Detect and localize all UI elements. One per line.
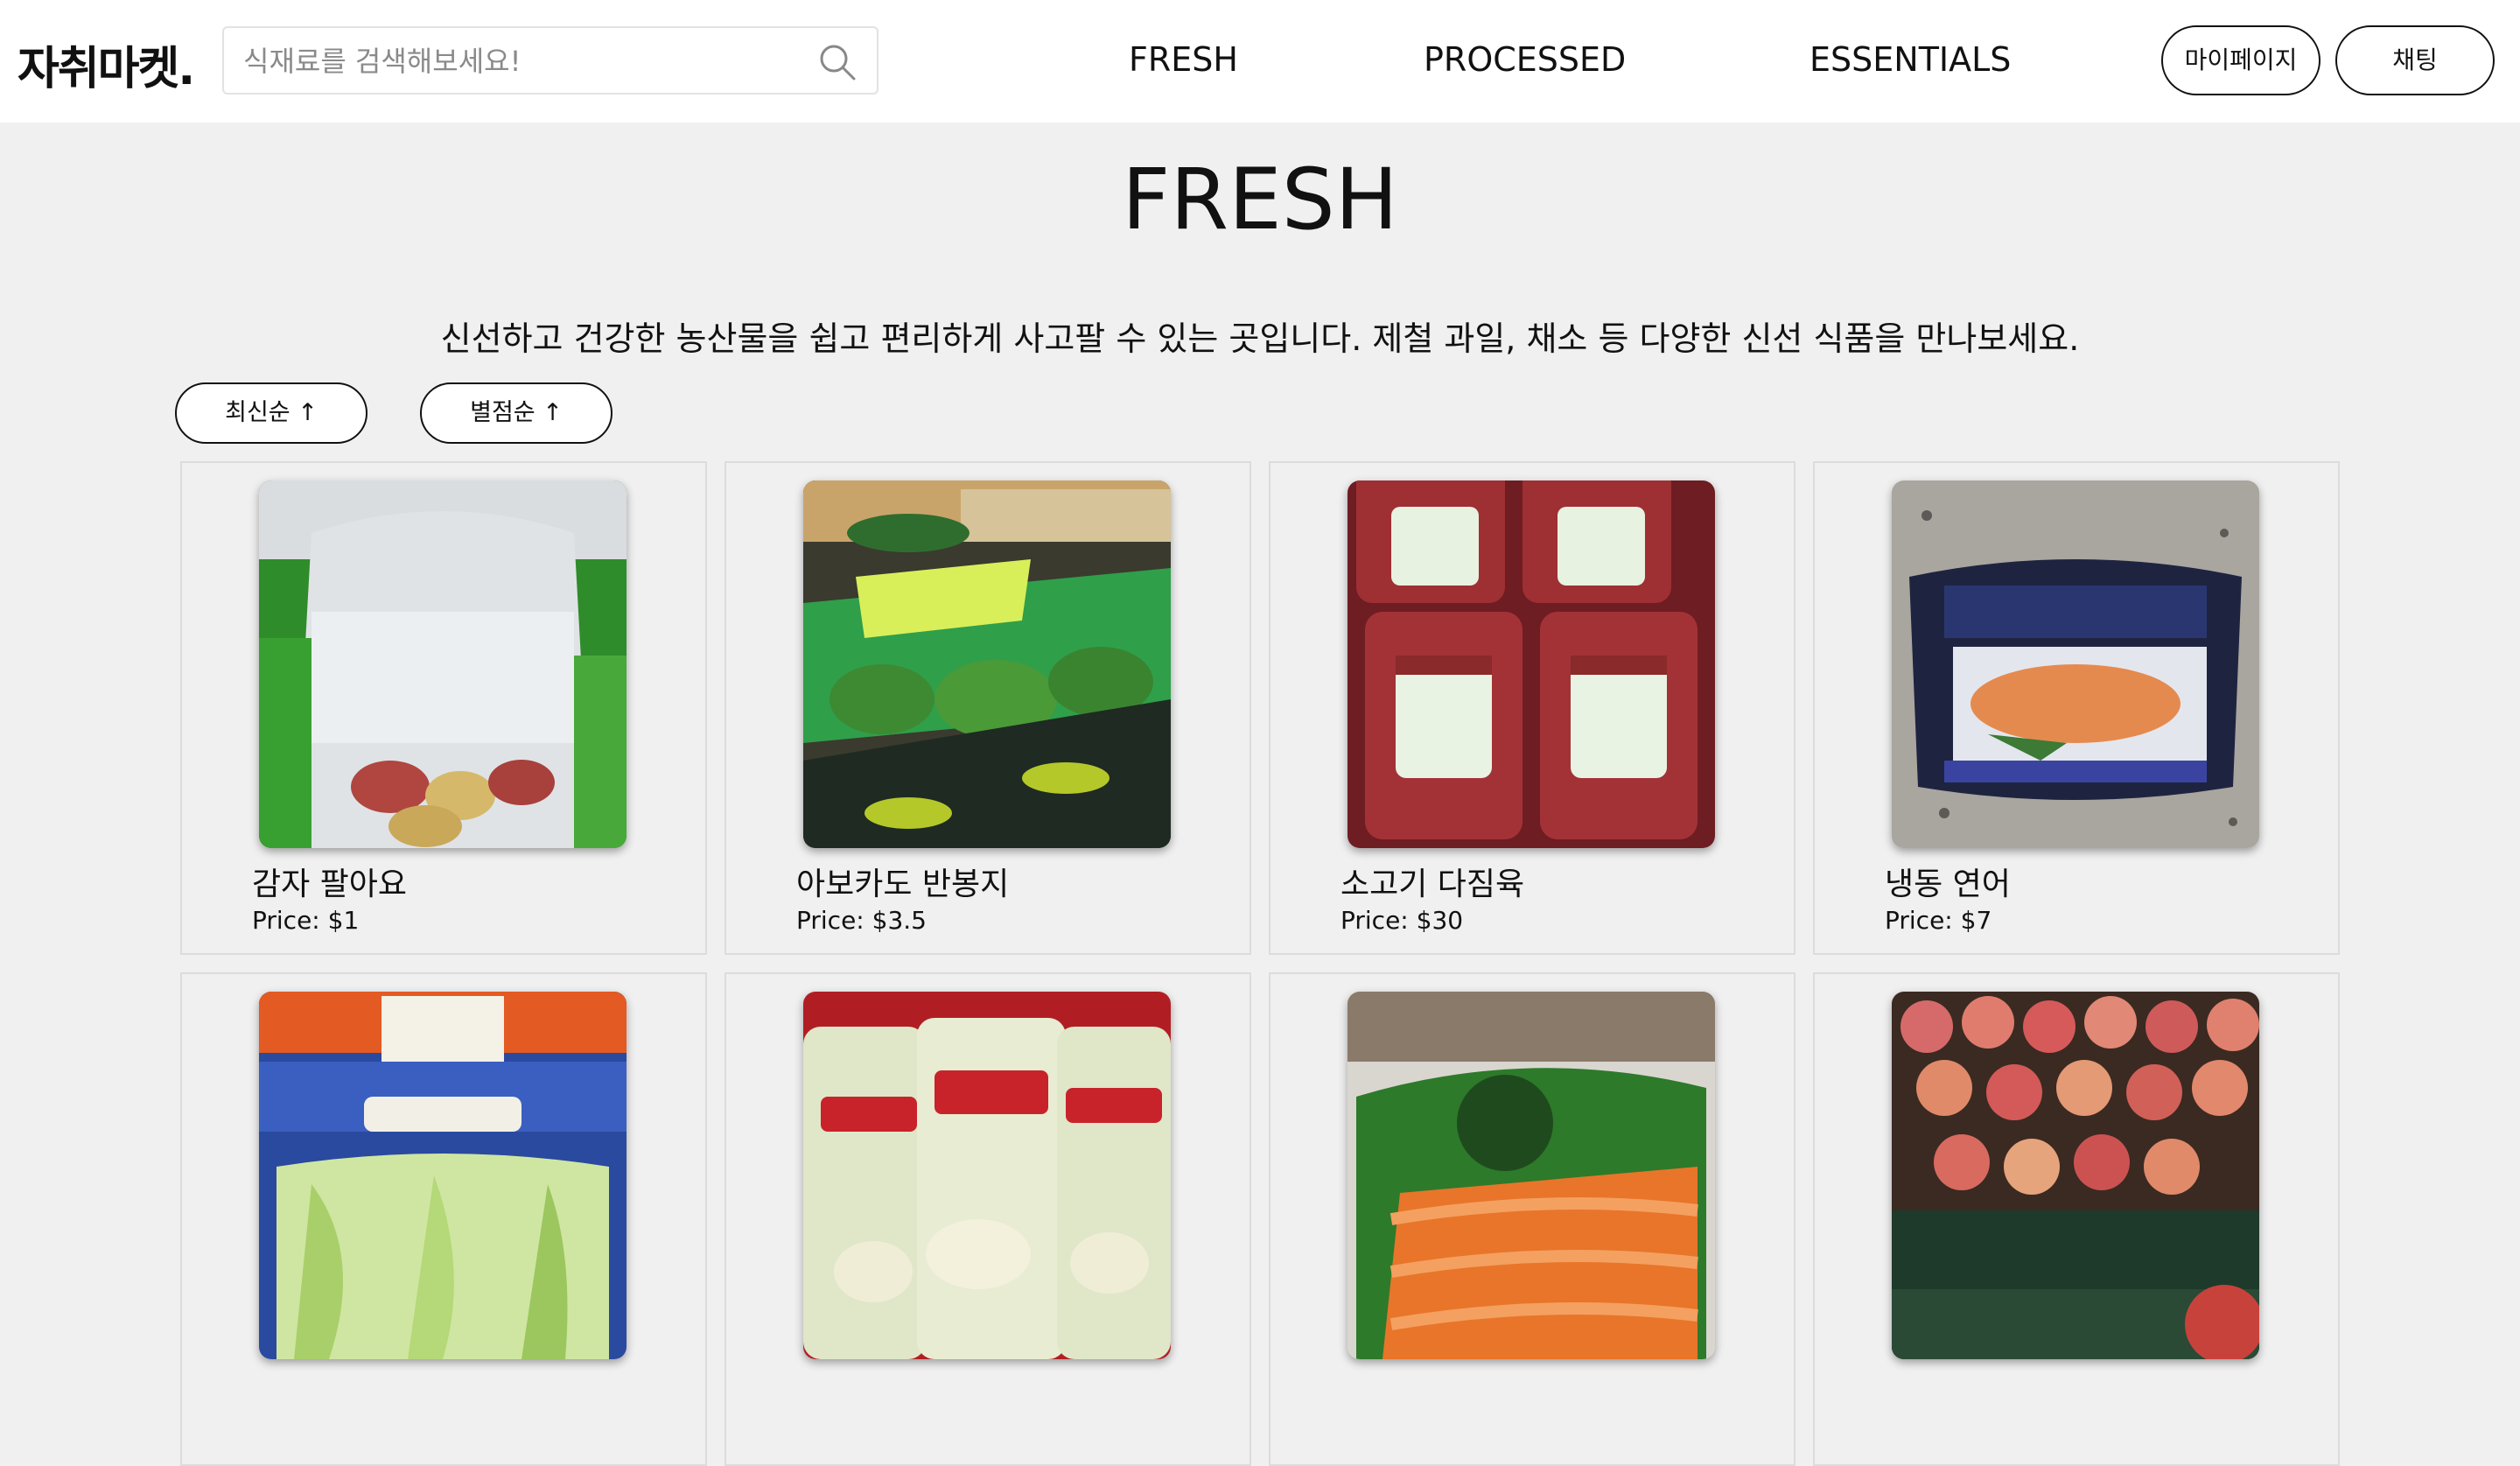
product-image[interactable] <box>1892 480 2259 848</box>
product-price: Price: $7 <box>1885 906 1992 935</box>
product-title[interactable]: 감자 팔아요 <box>252 859 407 904</box>
mypage-button[interactable]: 마이페이지 <box>2161 25 2320 95</box>
nav-essentials[interactable]: ESSENTIALS <box>1810 40 2011 79</box>
nav-processed[interactable]: PROCESSED <box>1424 40 1626 79</box>
avocado-bag-image <box>803 480 1171 848</box>
romaine-lettuce-image <box>259 992 626 1359</box>
sort-latest-button[interactable]: 최신순 ↑ <box>175 382 368 444</box>
search-input[interactable] <box>242 40 805 82</box>
carrot-bag-image <box>1348 992 1715 1359</box>
product-card[interactable]: 냉동 연어 Price: $7 <box>1813 461 2340 955</box>
product-image[interactable] <box>1892 992 2259 1359</box>
product-image[interactable] <box>259 480 626 848</box>
product-card[interactable] <box>1813 972 2340 1466</box>
product-price: Price: $3.5 <box>796 906 927 935</box>
chat-button[interactable]: 채팅 <box>2335 25 2495 95</box>
product-image[interactable] <box>803 480 1171 848</box>
page-title: FRESH <box>1122 151 1398 249</box>
apples-image <box>1892 992 2259 1359</box>
page-description: 신선하고 건강한 농산물을 쉽고 편리하게 사고팔 수 있는 곳입니다. 제철 … <box>440 319 2080 358</box>
product-card[interactable] <box>180 972 707 1466</box>
frozen-salmon-image <box>1892 480 2259 848</box>
product-image[interactable] <box>803 992 1171 1359</box>
nav-fresh[interactable]: FRESH <box>1129 40 1238 79</box>
product-title[interactable]: 소고기 다짐육 <box>1340 859 1524 904</box>
product-price: Price: $30 <box>1340 906 1464 935</box>
product-card[interactable]: 아보카도 반봉지 Price: $3.5 <box>724 461 1251 955</box>
ground-beef-image <box>1348 480 1715 848</box>
site-logo[interactable]: 자취마켓. <box>18 32 195 97</box>
peeled-garlic-image <box>803 992 1171 1359</box>
potato-bag-image <box>259 480 626 848</box>
product-card[interactable]: 소고기 다짐육 Price: $30 <box>1269 461 1796 955</box>
product-title[interactable]: 아보카도 반봉지 <box>796 859 1009 904</box>
product-image[interactable] <box>1348 480 1715 848</box>
search-icon[interactable] <box>817 42 858 82</box>
product-image[interactable] <box>259 992 626 1359</box>
search-box[interactable] <box>222 26 878 95</box>
sort-rating-button[interactable]: 별점순 ↑ <box>420 382 612 444</box>
product-card[interactable]: 감자 팔아요 Price: $1 <box>180 461 707 955</box>
product-card[interactable] <box>724 972 1251 1466</box>
product-card[interactable] <box>1269 972 1796 1466</box>
product-title[interactable]: 냉동 연어 <box>1885 859 2011 904</box>
product-price: Price: $1 <box>252 906 360 935</box>
top-header: 자취마켓. FRESH PROCESSED ESSENTIALS 마이페이지 채… <box>0 0 2520 123</box>
product-image[interactable] <box>1348 992 1715 1359</box>
